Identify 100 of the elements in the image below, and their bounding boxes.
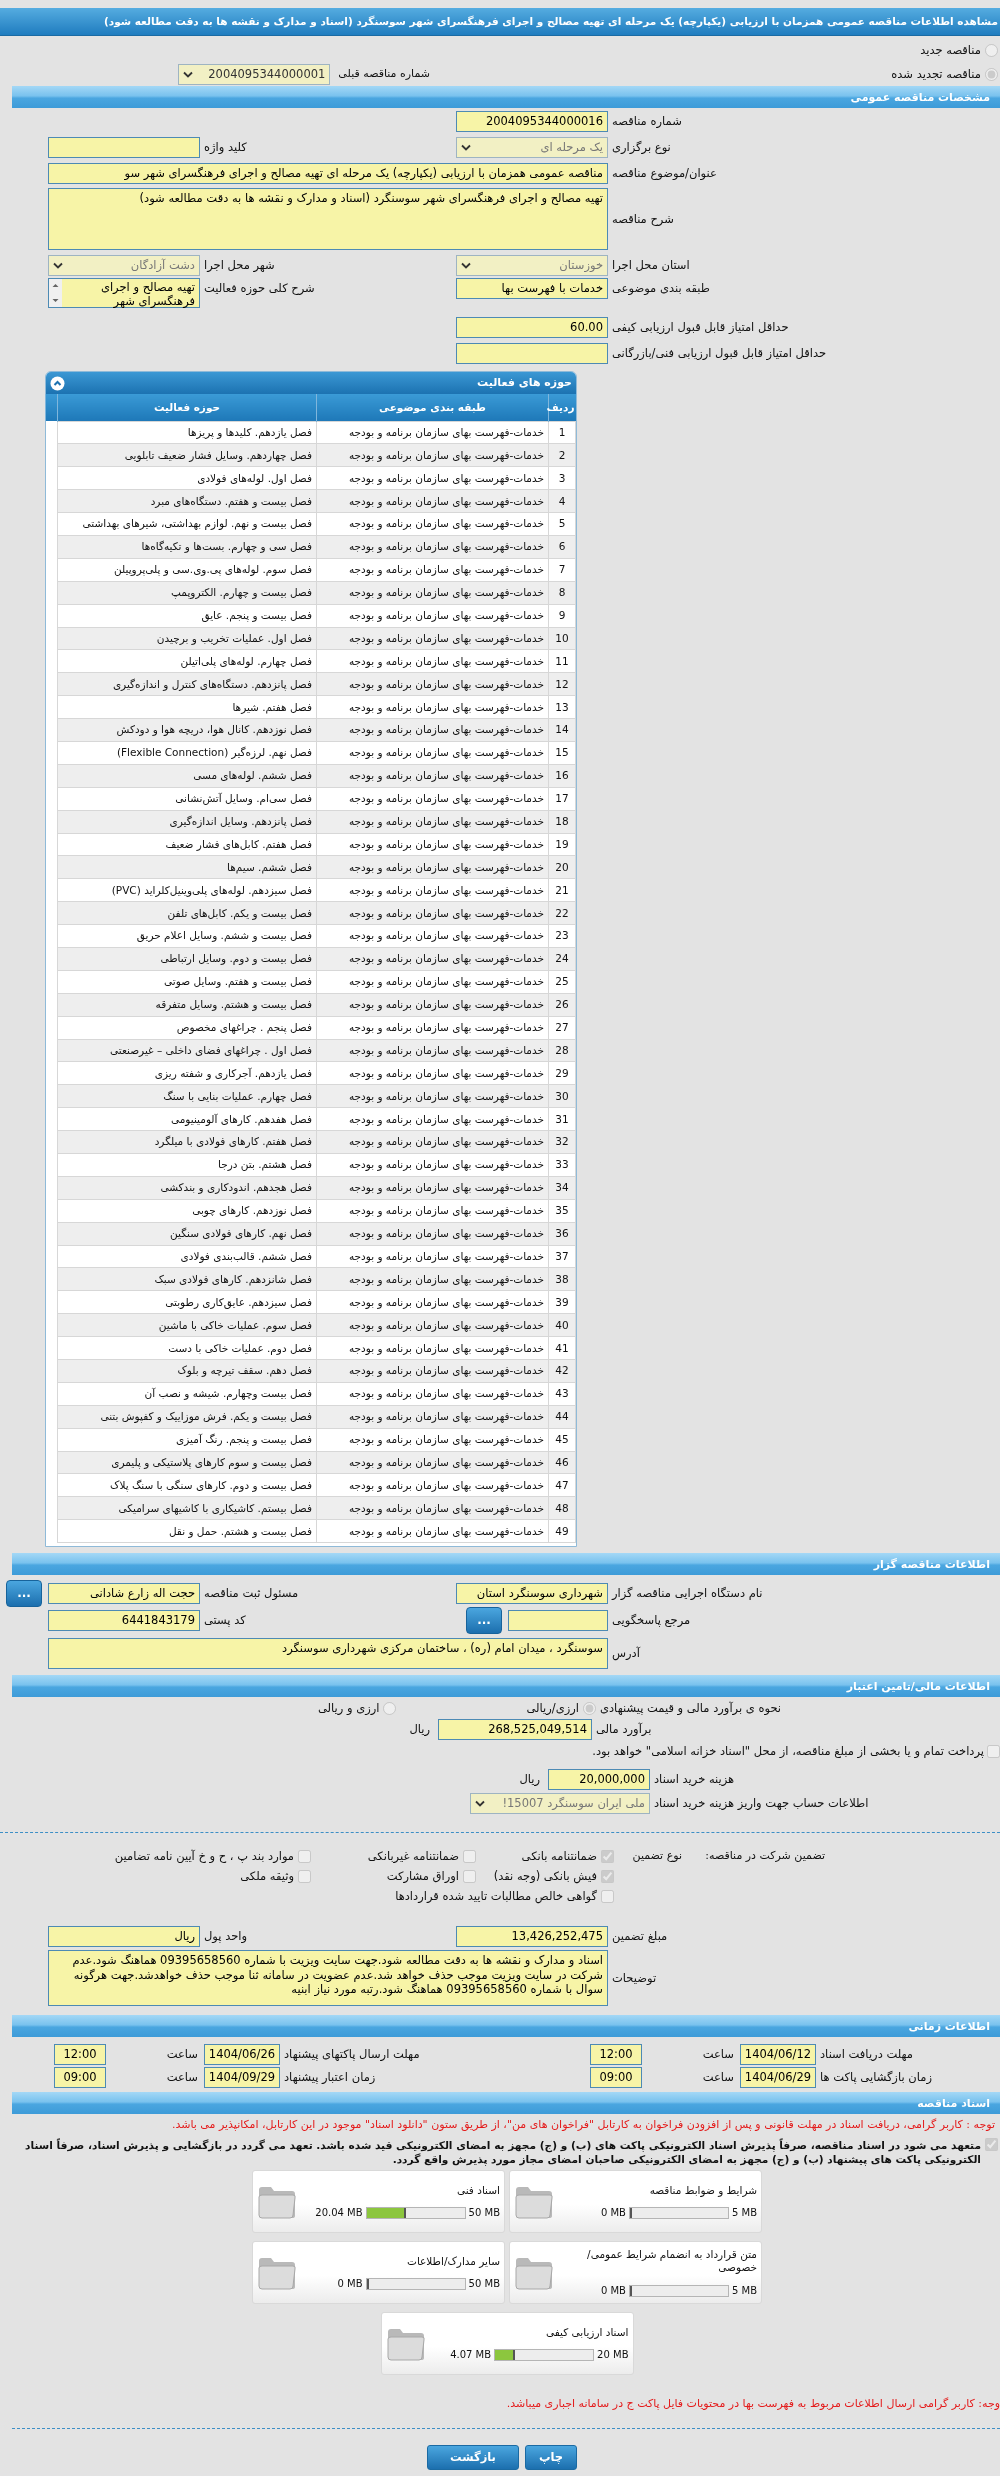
field-label: اطلاعات حساب جهت واریز هزینه خرید اسناد <box>654 1795 869 1811</box>
text-field[interactable]: حجت اله زارع شادانی <box>48 1582 200 1604</box>
row-number: 25 <box>548 970 576 994</box>
text-field[interactable]: 268,525,049,514 <box>438 1718 592 1740</box>
text-field[interactable] <box>48 136 200 158</box>
table-cell: خدمات-فهرست بهای سازمان برنامه و بودجه <box>316 1107 549 1131</box>
text-field[interactable]: 1404/06/26 <box>204 2044 280 2066</box>
table-cell: خدمات-فهرست بهای سازمان برنامه و بودجه <box>316 1245 549 1268</box>
row-number: 31 <box>548 1107 576 1131</box>
more-button[interactable]: ... <box>6 1579 42 1607</box>
table-cell: خدمات-فهرست بهای سازمان برنامه و بودجه <box>316 421 549 444</box>
dropdown[interactable]: یک مرحله ای <box>456 136 608 158</box>
text-area[interactable]: تهیه مصالح و اجرای فرهنگسرای شهر <box>48 278 200 308</box>
table-cell: خدمات-فهرست بهای سازمان برنامه و بودجه <box>316 901 549 925</box>
text-field[interactable]: خدمات با فهرست بها <box>456 278 608 299</box>
table-cell: فصل هفتم. کابل‌های فشار ضعیف <box>57 833 317 856</box>
table-cell: خدمات-فهرست بهای سازمان برنامه و بودجه <box>316 627 549 650</box>
table-cell: خدمات-فهرست بهای سازمان برنامه و بودجه <box>316 581 549 605</box>
option-label: گواهی خالص مطالبات تایید شده قراردادها <box>395 1888 597 1904</box>
row-number: 23 <box>548 924 576 948</box>
option-label: پرداخت تمام و یا بخشی از مبلغ مناقصه، از محل "اسناد خزانه اسلامی" خواهد بود. <box>592 1743 984 1759</box>
table-cell: فصل بیست و هفتم. دستگاه‌های مبرد <box>57 489 317 513</box>
table-cell: فصل اول . چراغهای فضای داخلی – غیرصنعتی <box>57 1039 317 1062</box>
text-field[interactable]: 09:00 <box>54 2067 106 2089</box>
row-number: 1 <box>548 421 576 444</box>
option-label: اوراق مشارکت <box>386 1868 459 1884</box>
scrollbar[interactable] <box>49 279 62 307</box>
table-cell: فصل بیست و سوم کارهای پلاستیکی و پلیمری <box>57 1451 317 1474</box>
field-label: آدرس <box>612 1645 640 1661</box>
dropdown[interactable]: ملی ایران سوسنگرد 15007! <box>470 1792 650 1814</box>
chevron-icon <box>183 70 194 78</box>
row-number: 8 <box>548 581 576 605</box>
page-title: مشاهده اطلاعات مناقصه عمومی همزمان با ارزیابی (یکپارچه) یک مرحله ای تهیه مصالح و اجرای فرهنگسرای شهر سوسنگرد (اسناد و مدارک و نقشه ها به دقت مطالعه شود) <box>0 8 1000 36</box>
row-number: 29 <box>548 1061 576 1085</box>
row-number: 47 <box>548 1473 576 1497</box>
text-field[interactable]: 12:00 <box>54 2044 106 2066</box>
text-field[interactable]: 09:00 <box>590 2067 642 2089</box>
row-number: 3 <box>548 466 576 490</box>
table-cell: فصل ششم. لوله‌های مسی <box>57 764 317 788</box>
option-label: مناقصه جدید <box>920 42 981 58</box>
collapse-icon[interactable] <box>50 375 65 391</box>
table-cell: خدمات-فهرست بهای سازمان برنامه و بودجه <box>316 512 549 536</box>
table-cell: خدمات-فهرست بهای سازمان برنامه و بودجه <box>316 489 549 513</box>
text-area[interactable]: تهیه مصالح و اجرای فرهنگسرای شهر سوسنگرد (اسناد و مدارک و نقشه ها به دقت مطالعه شود) <box>48 188 608 250</box>
text-field[interactable]: مناقصه عمومی همزمان با ارزیابی (یکپارچه) یک مرحله ای تهیه مصالح و اجرای فرهنگسرای شهر سو <box>48 162 608 184</box>
table-cell: خدمات-فهرست بهای سازمان برنامه و بودجه <box>316 1153 549 1177</box>
table-cell: فصل دوم. عملیات خاکی با دست <box>57 1336 317 1360</box>
field-label: استان محل اجرا <box>612 257 690 273</box>
field-label: کد پستی <box>204 1612 246 1628</box>
dropdown[interactable]: خوزستان <box>456 254 608 276</box>
field-label: تضمین شرکت در مناقصه: <box>705 1849 825 1863</box>
row-number: 21 <box>548 878 576 902</box>
table-cell: فصل سی و چهارم. بست‌ها و تکیه‌گاه‌ها <box>57 535 317 559</box>
row-number: 14 <box>548 718 576 742</box>
commitment-text: متعهد می شود در اسناد مناقصه، صرفاً پذیرش اسناد الکترونیکی پاکت های (ب) و (ج) مجهز به امضای الکترونیکی قید شده باشد. تعهد می گردد در بازگشایی و پذیرش اسناد، صرفاً اسناد الکترونیکی پاکت های پیشنهاد (ب) و (ج) مجهز به امضای الکترونیکی صاحبان امضای مجاز مورد پذیرش واقع گردد. <box>24 2138 981 2167</box>
text-field[interactable]: 60.00 <box>456 316 608 338</box>
text-field[interactable] <box>456 342 608 364</box>
text-field[interactable]: 20,000,000 <box>548 1768 650 1790</box>
field-label: نام دستگاه اجرایی مناقصه گزار <box>612 1585 763 1601</box>
row-number: 10 <box>548 627 576 650</box>
table-cell: خدمات-فهرست بهای سازمان برنامه و بودجه <box>316 604 549 627</box>
table-cell: خدمات-فهرست بهای سازمان برنامه و بودجه <box>316 1176 549 1200</box>
back-button[interactable]: بازگشت <box>427 2445 519 2471</box>
text-field[interactable]: 1404/06/29 <box>740 2067 816 2089</box>
table-cell: فصل ششم. قالب‌بندی فولادی <box>57 1245 317 1268</box>
text-field[interactable]: ریال <box>48 1925 200 1947</box>
row-number: 7 <box>548 558 576 582</box>
more-button[interactable]: ... <box>466 1606 502 1634</box>
dropdown[interactable]: 2004095344000001 <box>178 63 331 85</box>
column-header: ردیف <box>548 394 576 421</box>
row-number: 13 <box>548 695 576 719</box>
field-label: مبلغ تضمین <box>612 1928 668 1944</box>
table-cell: فصل چهاردهم. وسایل فشار ضعیف تابلویی <box>57 443 317 467</box>
option-label: موارد بند پ ، ح و خ آیین نامه تضامین <box>114 1848 294 1864</box>
field-label: طبقه بندی موضوعی <box>612 281 710 296</box>
text-field[interactable] <box>508 1609 608 1631</box>
table-cell: فصل سی‌ام. وسایل آتش‌نشانی <box>57 787 317 811</box>
text-field[interactable]: 1404/09/29 <box>204 2067 280 2089</box>
table-cell: فصل بیست و هشتم. حمل و نقل <box>57 1519 317 1543</box>
table-cell: فصل ششم. سیم‌ها <box>57 855 317 879</box>
field-label: حداقل امتیاز قابل قبول ارزیابی کیفی <box>612 319 789 335</box>
text-field[interactable]: 6441843179 <box>48 1609 200 1631</box>
print-button[interactable]: چاپ <box>525 2445 577 2471</box>
dropdown[interactable]: دشت آزادگان <box>48 254 200 276</box>
table-cell: فصل پانزدهم. دستگاه‌های کنترل و اندازه‌گیری <box>57 672 317 696</box>
usage-label: 0 MB <box>600 2284 626 2297</box>
text-field[interactable]: 2004095344000016 <box>456 110 608 132</box>
text-field[interactable]: 13,426,252,475 <box>456 1925 608 1947</box>
row-number: 38 <box>548 1267 576 1291</box>
table-cell: خدمات-فهرست بهای سازمان برنامه و بودجه <box>316 443 549 467</box>
text-field[interactable]: شهرداری سوسنگرد استان <box>456 1582 608 1604</box>
field-label: هزینه خرید اسناد <box>654 1771 735 1787</box>
text-area[interactable]: اسناد و مدارک و نقشه ها به دقت مطالعه شود.جهت سایت ویزیت با شماره 09395658560 هماهنگ شود.عدم شرکت در سایت ویزیت موجب حذف خواهد شد.عدم عضویت در سامانه ثنا موجب حذف خواهدشد.جهت هرگونه سوال با شماره 09395658560 هماهنگ شود.رتبه مورد نیاز ابنیه <box>48 1950 608 2007</box>
field-label: واحد پول <box>204 1928 248 1944</box>
table-cell: فصل بیست و هشتم. وسایل متفرقه <box>57 993 317 1017</box>
text-field[interactable]: 1404/06/12 <box>740 2044 816 2066</box>
text-area[interactable]: سوسنگرد ، میدان امام (ره) ، ساختمان مرکزی شهرداری سوسنگرد <box>48 1637 608 1669</box>
text-field[interactable]: 12:00 <box>590 2044 642 2066</box>
chevron-icon <box>461 143 471 151</box>
table-cell: فصل بیست و دوم. کارهای سنگی با سنگ پلاک <box>57 1473 317 1497</box>
